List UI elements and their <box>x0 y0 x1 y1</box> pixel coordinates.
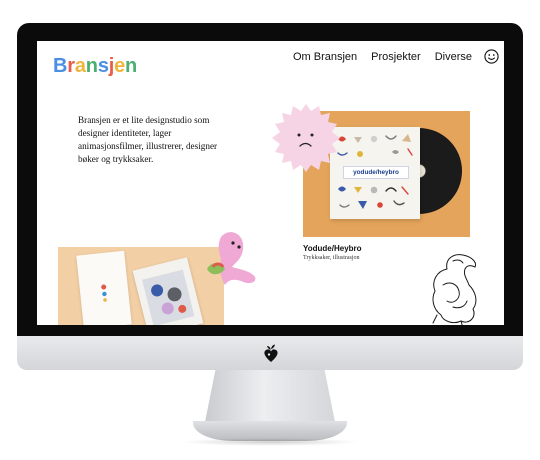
print-card <box>132 257 204 325</box>
logo-letter: s <box>97 55 109 77</box>
logo-letter: a <box>74 55 86 77</box>
heart-sprout-logo-icon <box>264 344 278 362</box>
main-nav: Om Bransjen Prosjekter Diverse <box>293 50 472 64</box>
site-logo[interactable]: Bransjen <box>53 56 137 76</box>
logo-letter: e <box>114 55 126 77</box>
nav-item-misc[interactable]: Diverse <box>435 50 472 64</box>
monitor-chin <box>17 336 523 370</box>
logo-letter: n <box>125 55 138 77</box>
stand-shadow <box>180 438 360 446</box>
intro-text: Bransjen er et lite designstudio som des… <box>78 115 218 164</box>
pink-sad-blob-illustration <box>272 104 340 172</box>
monitor-stand-neck <box>205 370 335 422</box>
smiley-face-icon[interactable] <box>484 49 499 64</box>
card-doodle <box>101 284 107 302</box>
album-title: yodude/heybro <box>343 166 409 179</box>
nav-item-projects[interactable]: Prosjekter <box>371 50 421 64</box>
album-sleeve: yodude/heybro <box>330 127 420 219</box>
nav-item-about[interactable]: Om Bransjen <box>293 50 357 64</box>
pink-creature-illustration <box>207 232 256 285</box>
print-card <box>76 250 132 325</box>
logo-letter: B <box>53 55 68 77</box>
line-drawn-creature-illustration <box>432 254 477 325</box>
website-screen: Bransjen Om Bransjen Prosjekter Diverse … <box>37 41 504 325</box>
logo-letter: r <box>67 55 75 77</box>
logo-letter: n <box>85 55 98 77</box>
print-card-artwork <box>142 269 195 325</box>
